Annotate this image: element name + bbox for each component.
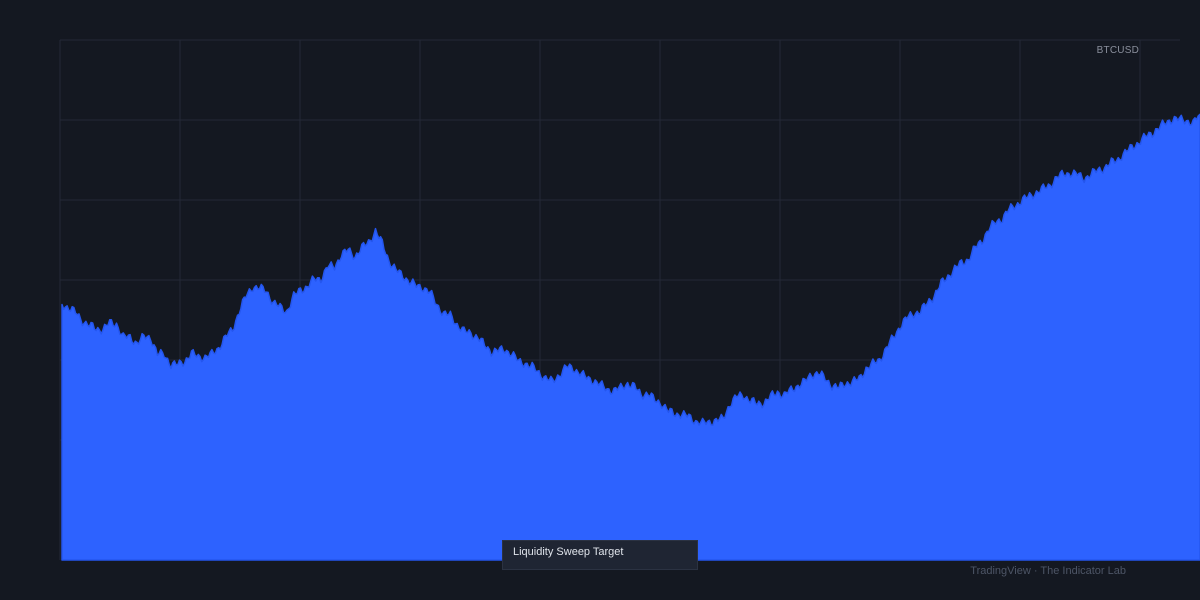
watermark: TradingView · The Indicator Lab (970, 565, 1126, 577)
annotation-box: Liquidity Sweep Target (502, 540, 698, 570)
price-area (61, 113, 1200, 561)
chart-area: BTCUSD Liquidity Sweep Target TradingVie… (0, 0, 1200, 600)
annotation-text: Liquidity Sweep Target (513, 546, 624, 558)
price-series (61, 113, 1200, 561)
symbol-label: BTCUSD (1096, 45, 1139, 56)
price-chart (59, 39, 1200, 561)
